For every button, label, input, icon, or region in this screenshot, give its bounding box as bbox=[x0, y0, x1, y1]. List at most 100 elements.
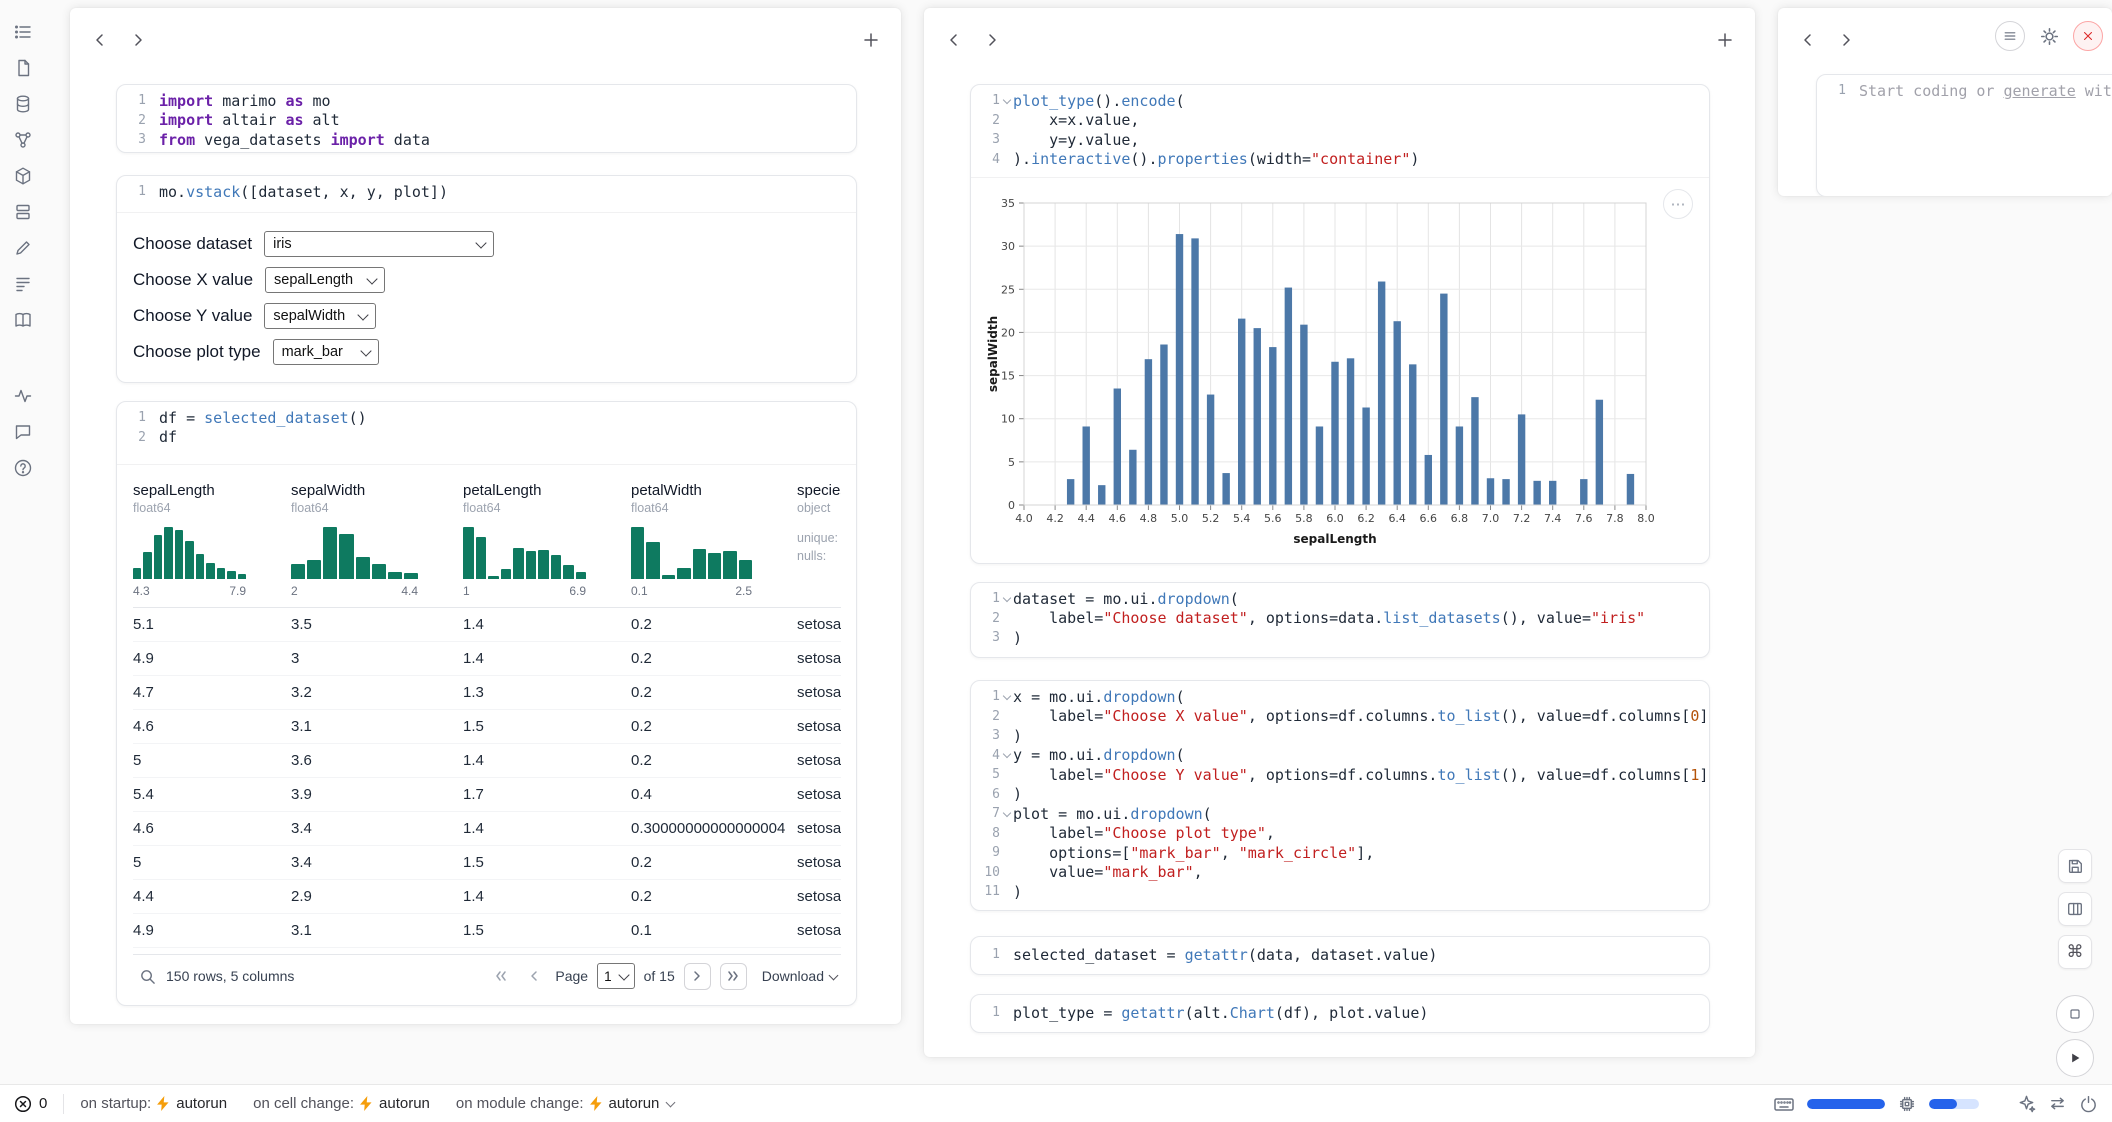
gear-icon[interactable] bbox=[2037, 24, 2061, 48]
prev-page-icon[interactable] bbox=[522, 964, 546, 988]
pencil-icon[interactable] bbox=[7, 232, 39, 264]
shuffle-icon[interactable] bbox=[2048, 1094, 2067, 1113]
code-line[interactable]: 8 label="Choose plot type", bbox=[971, 824, 1709, 844]
table-row[interactable]: 4.931.40.2setosa bbox=[133, 642, 841, 676]
download-button[interactable]: Download bbox=[762, 968, 837, 984]
code-line[interactable]: 9 options=["mark_bar", "mark_circle"], bbox=[971, 843, 1709, 863]
dropdown-select[interactable]: mark_bar bbox=[273, 339, 379, 365]
code-line[interactable]: 2import altair as alt bbox=[117, 111, 856, 131]
cell-empty[interactable]: 1 Start coding or generate with AI. bbox=[1816, 74, 2112, 196]
cell-dataset-dropdown[interactable]: 1dataset = mo.ui.dropdown(2 label="Choos… bbox=[970, 582, 1710, 658]
chevron-right-icon[interactable] bbox=[978, 26, 1006, 54]
save-icon[interactable] bbox=[2058, 849, 2092, 883]
code-line[interactable]: 3) bbox=[971, 726, 1709, 746]
code-line[interactable]: 7plot = mo.ui.dropdown( bbox=[971, 804, 1709, 824]
table-row[interactable]: 5.13.51.40.2setosa bbox=[133, 608, 841, 642]
cell-vstack[interactable]: 1mo.vstack([dataset, x, y, plot]) Choose… bbox=[116, 175, 857, 383]
chevron-right-icon[interactable] bbox=[1832, 26, 1860, 54]
chevron-left-icon[interactable] bbox=[1794, 26, 1822, 54]
ai-sparkle-icon[interactable] bbox=[2017, 1094, 2036, 1113]
collapse-caret-icon[interactable] bbox=[1000, 750, 1013, 760]
keyboard-icon[interactable] bbox=[1773, 1094, 1795, 1114]
cell-chart[interactable]: 1plot_type().encode(2 x=x.value,3 y=y.va… bbox=[970, 84, 1710, 564]
code-line[interactable]: 11) bbox=[971, 882, 1709, 902]
add-cell-icon[interactable] bbox=[857, 26, 885, 54]
code-line[interactable]: 2 label="Choose X value", options=df.col… bbox=[971, 707, 1709, 727]
dropdown-select[interactable]: iris bbox=[264, 231, 494, 257]
autorun-chip[interactable]: on startup:autorun bbox=[80, 1095, 227, 1112]
code-line[interactable]: 1dataset = mo.ui.dropdown( bbox=[971, 589, 1709, 609]
autorun-chip[interactable]: on cell change:autorun bbox=[253, 1095, 430, 1112]
autorun-chip[interactable]: on module change:autorun bbox=[456, 1095, 674, 1112]
shutdown-icon[interactable] bbox=[2073, 21, 2103, 51]
menu-icon[interactable] bbox=[1995, 21, 2025, 51]
cell-xy-dropdowns[interactable]: 1x = mo.ui.dropdown(2 label="Choose X va… bbox=[970, 680, 1710, 911]
chevron-left-icon[interactable] bbox=[940, 26, 968, 54]
code-line[interactable]: 1plot_type = getattr(alt.Chart(df), plot… bbox=[971, 1003, 1709, 1023]
code-line[interactable]: 4y = mo.ui.dropdown( bbox=[971, 746, 1709, 766]
cell-dataframe[interactable]: 1df = selected_dataset()2df sepalLengthf… bbox=[116, 401, 857, 1006]
collapse-caret-icon[interactable] bbox=[1000, 96, 1013, 106]
column-header[interactable]: petalWidthfloat640.12.5 bbox=[631, 474, 797, 607]
table-row[interactable]: 5.43.91.70.4setosa bbox=[133, 778, 841, 812]
memory-chip-icon[interactable] bbox=[1897, 1094, 1917, 1114]
scratchpad-console-icon[interactable] bbox=[2056, 995, 2094, 1033]
code-editor[interactable]: 1mo.vstack([dataset, x, y, plot]) bbox=[117, 176, 856, 208]
code-line[interactable]: 1x = mo.ui.dropdown( bbox=[971, 687, 1709, 707]
package-icon[interactable] bbox=[7, 160, 39, 192]
book-icon[interactable] bbox=[7, 304, 39, 336]
code-editor[interactable]: 1df = selected_dataset()2df bbox=[117, 402, 856, 453]
table-row[interactable]: 4.42.91.40.2setosa bbox=[133, 880, 841, 914]
altair-chart[interactable]: 4.04.24.44.64.85.05.25.45.65.86.06.26.46… bbox=[979, 185, 1701, 557]
chat-icon[interactable] bbox=[7, 416, 39, 448]
errors-indicator[interactable]: 0 bbox=[14, 1095, 47, 1113]
next-page-icon[interactable] bbox=[684, 963, 711, 990]
layers-icon[interactable] bbox=[7, 196, 39, 228]
code-line[interactable]: 3 y=y.value, bbox=[971, 130, 1709, 150]
collapse-caret-icon[interactable] bbox=[1000, 809, 1013, 819]
code-editor[interactable]: 1dataset = mo.ui.dropdown(2 label="Choos… bbox=[971, 583, 1709, 654]
power-icon[interactable] bbox=[2079, 1094, 2098, 1113]
chart-options-icon[interactable]: ⋯ bbox=[1663, 189, 1693, 219]
activity-icon[interactable] bbox=[7, 380, 39, 412]
search-icon[interactable] bbox=[139, 968, 156, 985]
code-line[interactable]: 1selected_dataset = getattr(data, datase… bbox=[971, 945, 1709, 965]
column-header[interactable]: petalLengthfloat6416.9 bbox=[463, 474, 631, 607]
code-line[interactable]: 1mo.vstack([dataset, x, y, plot]) bbox=[117, 182, 856, 202]
code-line[interactable]: 6) bbox=[971, 785, 1709, 805]
dropdown-select[interactable]: sepalWidth bbox=[264, 303, 376, 329]
column-header[interactable]: sepalWidthfloat6424.4 bbox=[291, 474, 463, 607]
table-row[interactable]: 4.63.41.40.30000000000000004setosa bbox=[133, 812, 841, 846]
graph-icon[interactable] bbox=[7, 124, 39, 156]
table-row[interactable]: 53.61.40.2setosa bbox=[133, 744, 841, 778]
cell-plot-type[interactable]: 1plot_type = getattr(alt.Chart(df), plot… bbox=[970, 994, 1710, 1033]
run-all-icon[interactable] bbox=[2056, 1039, 2094, 1077]
code-line[interactable]: 5 label="Choose Y value", options=df.col… bbox=[971, 765, 1709, 785]
dropdown-select[interactable]: sepalLength bbox=[265, 267, 385, 293]
code-line[interactable]: 1df = selected_dataset() bbox=[117, 408, 856, 428]
cell-selected-dataset[interactable]: 1selected_dataset = getattr(data, datase… bbox=[970, 936, 1710, 975]
code-line[interactable]: 3from vega_datasets import data bbox=[117, 130, 856, 150]
chevron-left-icon[interactable] bbox=[86, 26, 114, 54]
layout-panels-icon[interactable] bbox=[2058, 892, 2092, 926]
table-row[interactable]: 4.63.11.50.2setosa bbox=[133, 710, 841, 744]
code-line[interactable]: 10 value="mark_bar", bbox=[971, 863, 1709, 883]
code-line[interactable]: 1import marimo as mo bbox=[117, 91, 856, 111]
code-editor[interactable]: 1import marimo as mo2import altair as al… bbox=[117, 85, 856, 153]
keyboard-shortcuts-icon[interactable]: ⌘ bbox=[2058, 935, 2092, 969]
column-header[interactable]: sepalLengthfloat644.37.9 bbox=[133, 474, 291, 607]
code-line[interactable]: 3) bbox=[971, 628, 1709, 648]
generate-with-ai-link[interactable]: generate bbox=[2004, 82, 2076, 100]
help-icon[interactable] bbox=[7, 452, 39, 484]
code-line[interactable]: 2 label="Choose dataset", options=data.l… bbox=[971, 609, 1709, 629]
collapse-caret-icon[interactable] bbox=[1000, 594, 1013, 604]
last-page-icon[interactable] bbox=[720, 963, 747, 990]
collapse-caret-icon[interactable] bbox=[1000, 692, 1013, 702]
file-icon[interactable] bbox=[7, 52, 39, 84]
page-select[interactable]: 1 bbox=[597, 963, 635, 989]
code-editor[interactable]: 1x = mo.ui.dropdown(2 label="Choose X va… bbox=[971, 681, 1709, 908]
table-row[interactable]: 4.93.11.50.1setosa bbox=[133, 914, 841, 948]
code-editor[interactable]: 1plot_type = getattr(alt.Chart(df), plot… bbox=[971, 995, 1709, 1029]
code-line[interactable]: 1plot_type().encode( bbox=[971, 91, 1709, 111]
cell-imports[interactable]: 1import marimo as mo2import altair as al… bbox=[116, 84, 857, 153]
